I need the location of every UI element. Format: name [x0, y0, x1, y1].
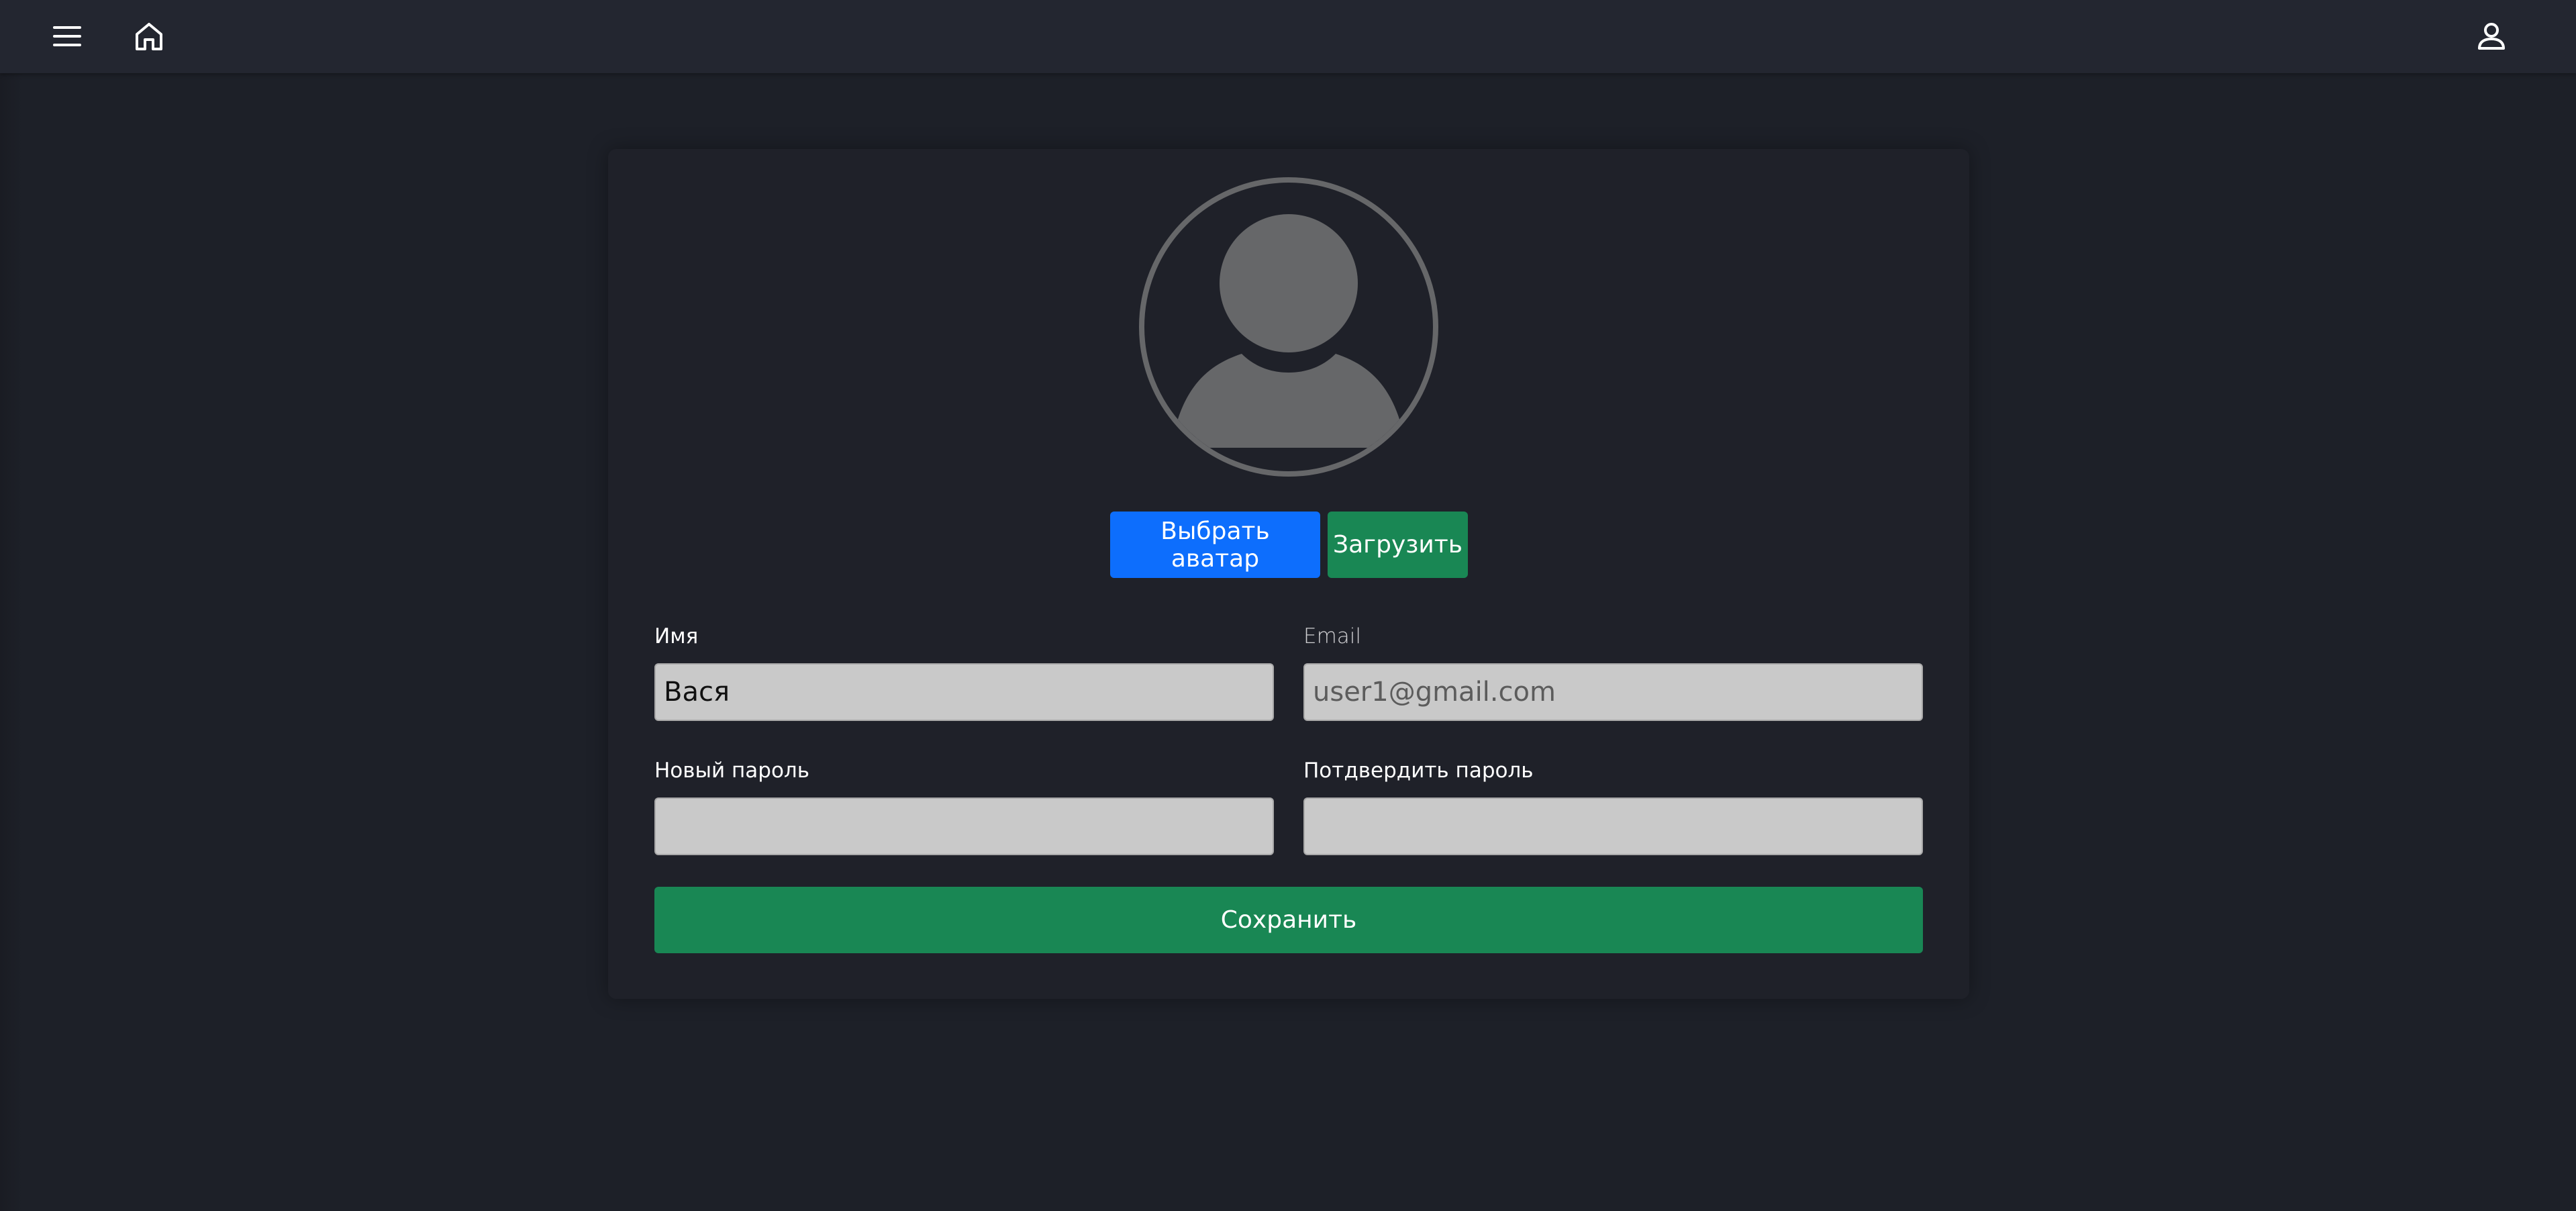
menu-icon: [53, 26, 81, 46]
confirm-password-label: Потдвердить пароль: [1303, 759, 1534, 783]
avatar: [1139, 177, 1438, 477]
home-button[interactable]: [129, 16, 169, 56]
new-password-field[interactable]: [654, 797, 1274, 855]
email-field[interactable]: [1303, 663, 1923, 721]
confirm-password-field[interactable]: [1303, 797, 1923, 855]
name-label: Имя: [654, 624, 699, 648]
top-navbar: [0, 0, 2576, 73]
user-icon: [2478, 23, 2505, 50]
home-icon: [136, 23, 162, 50]
profile-page: Выбрать аватар Загрузить Имя Email Новый…: [0, 0, 2576, 1211]
email-label: Email: [1303, 624, 1362, 648]
new-password-label: Новый пароль: [654, 759, 810, 783]
user-menu-button[interactable]: [2471, 16, 2512, 56]
name-field[interactable]: [654, 663, 1274, 721]
sidebar-edge: [0, 73, 23, 1211]
choose-avatar-button[interactable]: Выбрать аватар: [1110, 512, 1320, 578]
avatar-placeholder-icon: [1171, 214, 1406, 448]
profile-card: Выбрать аватар Загрузить Имя Email Новый…: [608, 149, 1969, 999]
upload-button[interactable]: Загрузить: [1328, 512, 1468, 578]
save-button[interactable]: Сохранить: [654, 887, 1923, 953]
menu-button[interactable]: [47, 16, 87, 56]
